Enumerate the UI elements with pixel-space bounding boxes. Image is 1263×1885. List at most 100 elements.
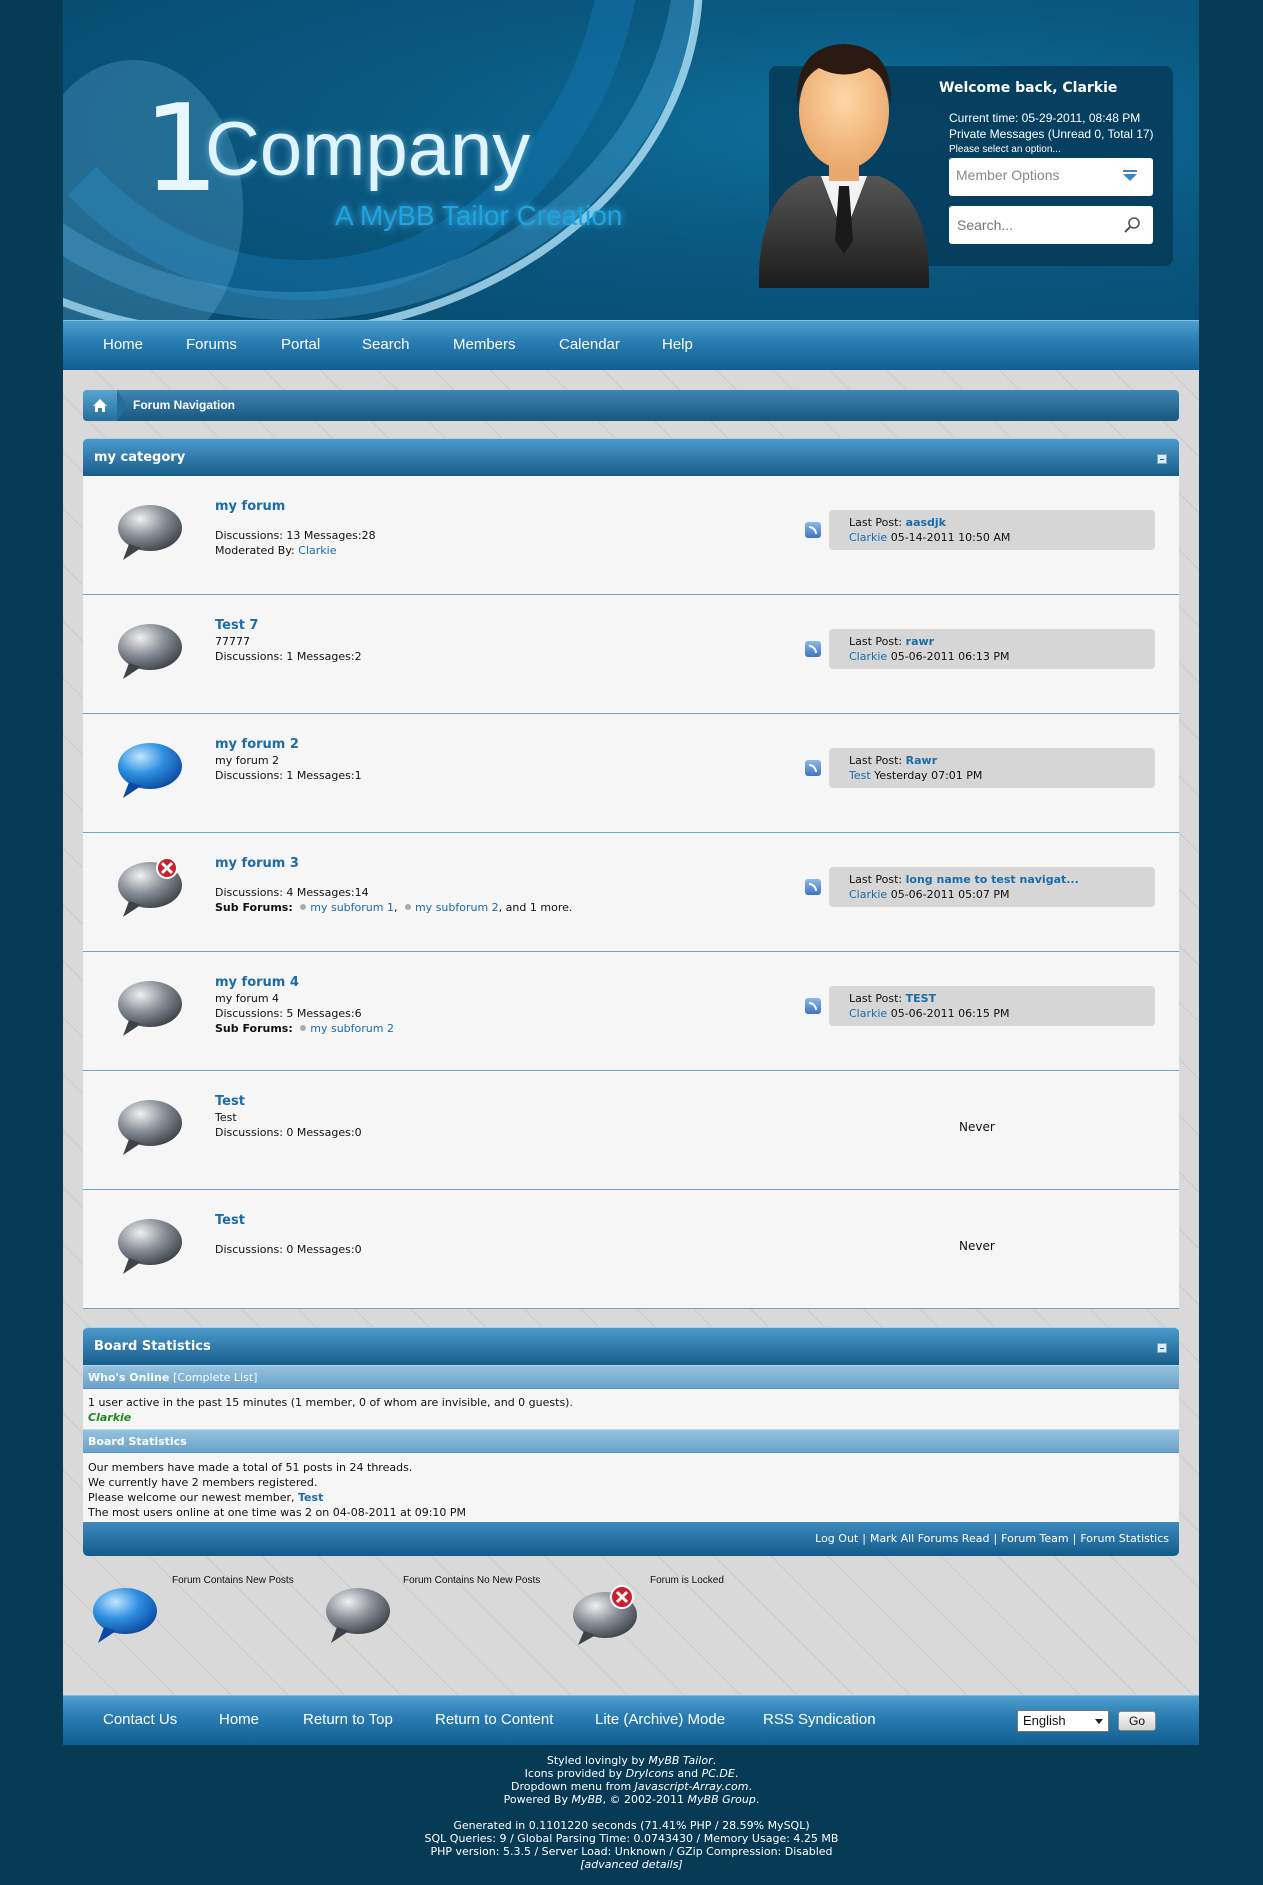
nav-help[interactable]: Help — [662, 336, 693, 353]
footer-lite-mode[interactable]: Lite (Archive) Mode — [595, 1711, 725, 1728]
collapse-icon[interactable] — [1157, 1343, 1167, 1353]
rss-icon[interactable] — [805, 641, 821, 657]
footer-return-to-top[interactable]: Return to Top — [303, 1711, 393, 1728]
forum-row: my forum 4 my forum 4 Discussions: 5 Messa… — [83, 952, 1179, 1071]
last-post-label: Last Post: — [849, 516, 903, 529]
forum-row: Test 7 77777 Discussions: 1 Messages:2 Last… — [83, 595, 1179, 714]
forum-name-link[interactable]: Test — [215, 1094, 245, 1109]
newest-member-label: Please welcome our newest member, — [88, 1491, 295, 1504]
subforum-link[interactable]: my subforum 1 — [310, 901, 394, 914]
generated-time: Generated in 0.1101220 seconds (71.41% P… — [453, 1819, 810, 1832]
nav-search[interactable]: Search — [362, 336, 410, 353]
rss-icon[interactable] — [805, 879, 821, 895]
forum-subforums: Sub Forums: my subforum 2 — [215, 1022, 394, 1035]
stats-line-record: The most users online at one time was 2 … — [88, 1506, 467, 1519]
forum-row: my forum 2 my forum 2 Discussions: 1 Messa… — [83, 714, 1179, 833]
last-post-label: Last Post: — [849, 992, 903, 1005]
no-new-posts-bubble-icon — [118, 1100, 182, 1155]
subforum-dot-icon — [404, 904, 411, 910]
language-go-button[interactable]: Go — [1118, 1711, 1156, 1731]
credit-text: and — [673, 1767, 702, 1780]
legend-locked: Forum is Locked — [650, 1575, 724, 1586]
mybb-tailor-link[interactable]: MyBB Tailor — [648, 1754, 712, 1767]
nav-forums[interactable]: Forums — [186, 336, 237, 353]
member-options-dropdown[interactable]: Member Options — [949, 158, 1153, 196]
collapse-icon[interactable] — [1157, 454, 1167, 464]
subforum-dot-icon — [300, 1025, 307, 1031]
newest-member-link[interactable]: Test — [298, 1491, 323, 1504]
legend-no-new-posts: Forum Contains No New Posts — [403, 1575, 541, 1586]
moderated-label: Moderated By: — [215, 544, 295, 557]
mark-read-link[interactable]: Mark All Forums Read — [870, 1532, 990, 1545]
logout-link[interactable]: Log Out — [815, 1532, 858, 1545]
moderator-link[interactable]: Clarkie — [298, 544, 336, 557]
credit-text: . — [712, 1754, 717, 1767]
forum-stats: Discussions: 1 Messages:1 — [215, 769, 362, 782]
subforum-link[interactable]: my subforum 2 — [415, 901, 499, 914]
category-title[interactable]: my category — [94, 450, 185, 465]
forum-name-link[interactable]: my forum 4 — [215, 975, 299, 990]
breadcrumb-home[interactable] — [83, 390, 117, 421]
credit-text: Icons provided by — [524, 1767, 626, 1780]
last-post-author-link[interactable]: Clarkie — [849, 888, 887, 901]
new-posts-bubble-icon — [118, 743, 182, 798]
rss-icon[interactable] — [805, 522, 821, 538]
forum-name-link[interactable]: Test 7 — [215, 618, 258, 633]
complete-list-link[interactable]: [Complete List] — [173, 1371, 257, 1384]
forum-team-link[interactable]: Forum Team — [1001, 1532, 1068, 1545]
last-post-link[interactable]: TEST — [906, 992, 936, 1005]
forum-name-link[interactable]: my forum — [215, 499, 285, 514]
footer-contact-us[interactable]: Contact Us — [103, 1711, 177, 1728]
last-post-never: Never — [959, 1239, 995, 1253]
subforums-more: , and 1 more. — [498, 901, 573, 914]
last-post-link[interactable]: long name to test navigat... — [906, 873, 1079, 886]
last-post-link[interactable]: Rawr — [906, 754, 937, 767]
forum-name-link[interactable]: Test — [215, 1213, 245, 1228]
new-posts-bubble-icon — [93, 1588, 157, 1643]
logo-name[interactable]: Company — [205, 110, 530, 190]
forum-row: my forum 3 Discussions: 4 Messages:14 Sub … — [83, 833, 1179, 952]
last-post-box: Last Post: TEST Clarkie 05-06-2011 06:15 … — [829, 986, 1155, 1026]
forum-stats: Discussions: 0 Messages:0 — [215, 1126, 362, 1139]
footer-home[interactable]: Home — [219, 1711, 259, 1728]
footer-credits: Styled lovingly by MyBB Tailor. Icons pr… — [0, 1754, 1263, 1871]
online-user-link[interactable]: Clarkie — [88, 1411, 131, 1424]
breadcrumb-current[interactable]: Forum Navigation — [133, 398, 235, 412]
board-stats-title: Board Statistics — [88, 1435, 187, 1448]
nav-calendar[interactable]: Calendar — [559, 336, 620, 353]
rss-icon[interactable] — [805, 998, 821, 1014]
last-post-author-link[interactable]: Test — [849, 769, 871, 782]
language-select[interactable]: English — [1017, 1710, 1109, 1732]
last-post-author-link[interactable]: Clarkie — [849, 650, 887, 663]
last-post-date: 05-06-2011 05:07 PM — [890, 888, 1010, 901]
rss-icon[interactable] — [805, 760, 821, 776]
forum-name-link[interactable]: my forum 2 — [215, 737, 299, 752]
private-messages-link[interactable]: Private Messages (Unread 0, Total 17) — [949, 127, 1154, 141]
last-post-author-link[interactable]: Clarkie — [849, 531, 887, 544]
forum-name-link[interactable]: my forum 3 — [215, 856, 299, 871]
stats-title: Board Statistics — [94, 1339, 211, 1354]
nav-home[interactable]: Home — [103, 336, 143, 353]
page-wrapper: 1 Company A MyBB Tailor Creation Welcome… — [63, 0, 1199, 1745]
last-post-link[interactable]: rawr — [906, 635, 934, 648]
breadcrumb-separator — [117, 390, 127, 421]
last-post-author-link[interactable]: Clarkie — [849, 1007, 887, 1020]
nav-portal[interactable]: Portal — [281, 336, 320, 353]
subforum-link[interactable]: my subforum 2 — [310, 1022, 394, 1035]
forum-row: Test Discussions: 0 Messages:0 Never — [83, 1190, 1179, 1309]
javascript-array-link[interactable]: Javascript-Array.com — [635, 1780, 749, 1793]
footer-return-to-content[interactable]: Return to Content — [435, 1711, 553, 1728]
pcde-link[interactable]: PC.DE — [702, 1767, 735, 1780]
mybb-link[interactable]: MyBB — [571, 1793, 602, 1806]
forum-statistics-link[interactable]: Forum Statistics — [1080, 1532, 1169, 1545]
footer-rss[interactable]: RSS Syndication — [763, 1711, 876, 1728]
dryicons-link[interactable]: DryIcons — [626, 1767, 674, 1780]
last-post-link[interactable]: aasdjk — [906, 516, 946, 529]
mybb-group-link[interactable]: MyBB Group — [688, 1793, 756, 1806]
stats-line-newest: Please welcome our newest member, Test — [88, 1491, 323, 1504]
advanced-details-link[interactable]: [advanced details] — [580, 1858, 682, 1871]
chevron-down-icon — [1123, 170, 1137, 181]
search-icon[interactable] — [1123, 216, 1141, 234]
nav-members[interactable]: Members — [453, 336, 516, 353]
welcome-text: Welcome back, Clarkie — [939, 80, 1118, 96]
